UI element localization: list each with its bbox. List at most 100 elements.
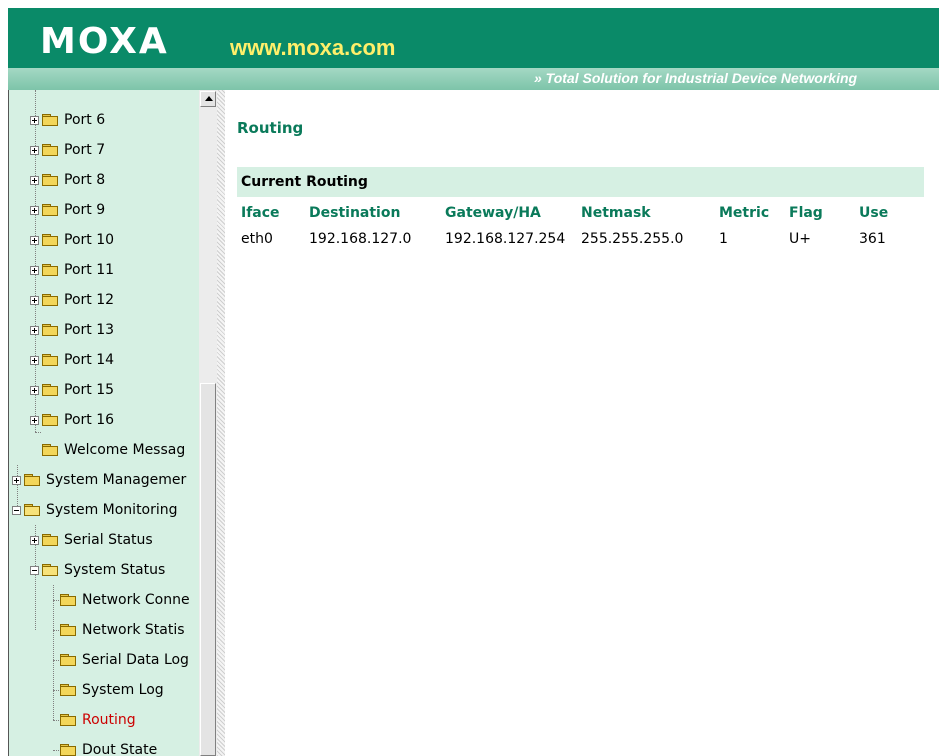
sidebar-item-port-7[interactable]: Port 7: [30, 135, 105, 165]
expand-plus-icon[interactable]: [30, 265, 39, 275]
scroll-thumb[interactable]: [200, 383, 216, 756]
sidebar-item-port-12[interactable]: Port 12: [30, 285, 114, 315]
sidebar-item-label: Port 12: [64, 292, 115, 308]
folder-icon: [42, 144, 58, 156]
column-header-use: Use: [859, 205, 889, 221]
column-header-netmask: Netmask: [581, 205, 651, 221]
expand-plus-icon[interactable]: [30, 325, 39, 335]
expand-plus-icon[interactable]: [30, 115, 39, 125]
sidebar-tree: Port 6 Port 7 Port 8 Port 9 Port 10 Port…: [9, 90, 199, 756]
sidebar-item-label: System Managemer: [46, 472, 187, 488]
folder-icon: [42, 204, 58, 216]
sidebar-item-label: Port 14: [64, 352, 115, 368]
column-header-iface: Iface: [241, 205, 280, 221]
cell-netmask: 255.255.255.0: [581, 231, 684, 247]
sidebar-item-serial-data-log[interactable]: Serial Data Log: [60, 645, 189, 675]
expand-plus-icon[interactable]: [30, 145, 39, 155]
sidebar-item-label-active: Routing: [82, 712, 136, 728]
sidebar-item-label: Dout State: [82, 742, 158, 756]
sidebar-item-label: System Log: [82, 682, 164, 698]
sidebar-item-label: Port 9: [64, 202, 106, 218]
sidebar-item-label: Port 10: [64, 232, 115, 248]
column-header-flag: Flag: [789, 205, 823, 221]
sidebar-item-label: Port 16: [64, 412, 115, 428]
folder-icon: [42, 234, 58, 246]
sidebar-item-network-connections[interactable]: Network Conne: [60, 585, 190, 615]
tagline: » Total Solution for Industrial Device N…: [534, 70, 858, 86]
sidebar-item-label: Serial Status: [64, 532, 153, 548]
arrow-up-icon: [205, 96, 213, 101]
folder-icon: [60, 744, 76, 756]
sidebar-item-label: Serial Data Log: [82, 652, 189, 668]
sidebar-item-port-10[interactable]: Port 10: [30, 225, 114, 255]
website-link[interactable]: www.moxa.com: [230, 35, 395, 61]
sidebar-item-system-status[interactable]: System Status: [30, 555, 165, 585]
sidebar-item-port-14[interactable]: Port 14: [30, 345, 114, 375]
sidebar-item-port-11[interactable]: Port 11: [30, 255, 114, 285]
expand-plus-icon[interactable]: [30, 205, 39, 215]
sidebar-item-routing[interactable]: Routing: [60, 705, 136, 735]
section-header: Current Routing: [237, 167, 924, 197]
cell-use: 361: [859, 231, 886, 247]
folder-icon: [42, 174, 58, 186]
sidebar-item-port-8[interactable]: Port 8: [30, 165, 105, 195]
column-header-gateway: Gateway/HA: [445, 205, 541, 221]
section-title: Current Routing: [241, 174, 368, 190]
folder-icon: [42, 354, 58, 366]
sidebar-item-label: Port 11: [64, 262, 115, 278]
expand-plus-icon[interactable]: [12, 475, 21, 485]
sidebar-item-serial-status[interactable]: Serial Status: [30, 525, 153, 555]
collapse-minus-icon[interactable]: [30, 565, 39, 575]
sidebar-item-label: Port 7: [64, 142, 106, 158]
folder-icon: [42, 444, 58, 456]
sidebar-item-label: Port 6: [64, 112, 106, 128]
sidebar-item-port-9[interactable]: Port 9: [30, 195, 105, 225]
column-header-metric: Metric: [719, 205, 770, 221]
expand-plus-icon[interactable]: [30, 295, 39, 305]
folder-icon: [42, 414, 58, 426]
expand-plus-icon[interactable]: [30, 355, 39, 365]
sidebar-item-network-statistics[interactable]: Network Statis: [60, 615, 185, 645]
sidebar-item-port-16[interactable]: Port 16: [30, 405, 114, 435]
cell-flag: U+: [789, 231, 811, 247]
open-folder-icon: [42, 564, 58, 576]
folder-icon: [60, 594, 76, 606]
folder-icon: [42, 324, 58, 336]
open-folder-icon: [24, 504, 40, 516]
sidebar-item-label: Network Statis: [82, 622, 185, 638]
page-title: Routing: [237, 119, 304, 137]
expand-plus-icon[interactable]: [30, 175, 39, 185]
sidebar-item-system-management[interactable]: System Managemer: [12, 465, 186, 495]
sidebar-item-port-15[interactable]: Port 15: [30, 375, 114, 405]
sidebar-item-dout-state[interactable]: Dout State: [60, 735, 157, 756]
collapse-minus-icon[interactable]: [12, 505, 21, 515]
sidebar-item-system-monitoring[interactable]: System Monitoring: [12, 495, 178, 525]
folder-icon: [42, 534, 58, 546]
expand-plus-icon[interactable]: [30, 535, 39, 545]
sidebar-item-port-13[interactable]: Port 13: [30, 315, 114, 345]
sidebar-item-port-6[interactable]: Port 6: [30, 105, 105, 135]
folder-icon: [60, 684, 76, 696]
cell-gateway: 192.168.127.254: [445, 231, 566, 247]
expand-plus-icon[interactable]: [30, 235, 39, 245]
sidebar-item-label: Port 8: [64, 172, 106, 188]
moxa-logo: MOXA: [40, 21, 169, 62]
sidebar-item-label: Network Conne: [82, 592, 190, 608]
sidebar-item-label: Welcome Messag: [64, 442, 186, 458]
sidebar-item-label: Port 13: [64, 322, 115, 338]
frame-splitter[interactable]: [217, 90, 225, 756]
folder-icon: [60, 714, 76, 726]
cell-iface: eth0: [241, 231, 273, 247]
folder-icon: [42, 264, 58, 276]
folder-icon: [60, 624, 76, 636]
expand-plus-icon[interactable]: [30, 385, 39, 395]
sidebar-item-label: System Status: [64, 562, 166, 578]
sidebar-item-label: System Monitoring: [46, 502, 178, 518]
folder-icon: [42, 114, 58, 126]
column-header-destination: Destination: [309, 205, 401, 221]
cell-destination: 192.168.127.0: [309, 231, 412, 247]
expand-plus-icon[interactable]: [30, 415, 39, 425]
sidebar-item-system-log[interactable]: System Log: [60, 675, 164, 705]
scroll-up-button[interactable]: [200, 91, 216, 107]
sidebar-item-welcome-message[interactable]: Welcome Messag: [42, 435, 185, 465]
